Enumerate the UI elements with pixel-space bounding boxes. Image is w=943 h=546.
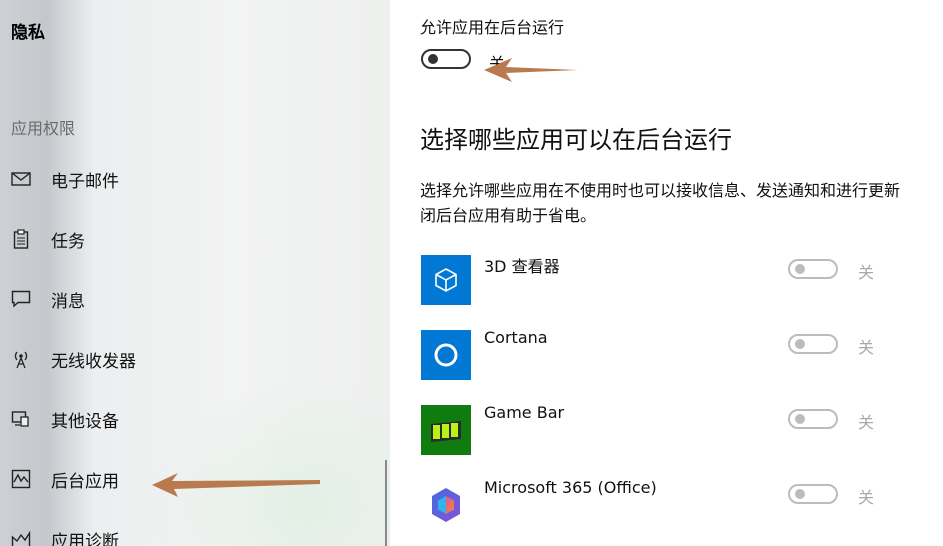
sidebar-item-messages[interactable]: 消息 [0,279,380,319]
game-bar-icon [421,405,471,455]
sidebar-item-other-devices[interactable]: 其他设备 [0,399,380,439]
allow-background-toggle[interactable] [421,49,471,69]
toggle-knob [795,264,805,274]
app-row-cortana: Cortana 关 [420,328,920,382]
annotation-arrow-toggle [484,58,578,82]
app-name: Microsoft 365 (Office) [484,478,657,497]
app-toggle-cortana[interactable] [788,334,838,354]
section-description: 选择允许哪些应用在不使用时也可以接收信息、发送通知和进行更新 闭后台应用有助于省… [420,178,943,228]
app-toggle-3d-viewer[interactable] [788,259,838,279]
sidebar-item-label: 无线收发器 [51,351,136,372]
app-name: Cortana [484,328,548,347]
cortana-icon [421,330,471,380]
main-content: 允许应用在后台运行 关 选择哪些应用可以在后台运行 选择允许哪些应用在不使用时也… [390,0,943,546]
sidebar-item-label: 消息 [51,291,85,312]
sidebar: 隐私 应用权限 电子邮件 任务 消息 无线收发器 其他设备 后台应用 应用诊断 [0,0,390,546]
app-toggle-game-bar[interactable] [788,409,838,429]
toggle-knob [795,414,805,424]
message-icon [11,289,31,309]
diagnostics-icon [11,529,31,546]
app-row-microsoft-365: Microsoft 365 (Office) 关 [420,478,920,532]
sidebar-item-label: 后台应用 [51,471,119,492]
app-row-3d-viewer: 3D 查看器 关 [420,255,920,307]
app-row-game-bar: Game Bar 关 [420,403,920,457]
activity-icon [11,469,31,489]
sidebar-item-tasks[interactable]: 任务 [0,219,380,259]
page-title: 隐私 [11,23,45,43]
app-toggle-state: 关 [858,413,875,432]
devices-icon [11,409,31,429]
description-line-2: 闭后台应用有助于省电。 [420,206,597,225]
sidebar-item-email[interactable]: 电子邮件 [0,159,380,199]
mail-icon [11,169,31,189]
toggle-knob [795,489,805,499]
app-name: Game Bar [484,403,565,422]
clipboard-icon [11,229,31,249]
toggle-knob [795,339,805,349]
toggle-knob [428,54,438,64]
app-toggle-state: 关 [858,263,875,282]
sidebar-item-label: 电子邮件 [51,171,119,192]
sidebar-item-app-diagnostics[interactable]: 应用诊断 [0,519,380,546]
description-line-1: 选择允许哪些应用在不使用时也可以接收信息、发送通知和进行更新 [420,181,901,200]
3d-viewer-icon [421,255,471,305]
app-toggle-state: 关 [858,338,875,357]
radio-antenna-icon [11,349,31,369]
sidebar-item-label: 任务 [51,231,85,252]
app-toggle-microsoft-365[interactable] [788,484,838,504]
sidebar-item-label: 其他设备 [51,411,119,432]
sidebar-scrollbar[interactable] [385,460,387,546]
app-toggle-state: 关 [858,488,875,507]
annotation-arrow-sidebar [152,473,320,497]
section-label-app-permissions: 应用权限 [11,119,76,138]
allow-background-label: 允许应用在后台运行 [420,18,565,37]
sidebar-item-radios[interactable]: 无线收发器 [0,339,380,379]
section-heading: 选择哪些应用可以在后台运行 [420,126,732,154]
app-name: 3D 查看器 [484,257,560,276]
microsoft-365-icon [421,480,471,530]
sidebar-item-label: 应用诊断 [51,531,119,546]
